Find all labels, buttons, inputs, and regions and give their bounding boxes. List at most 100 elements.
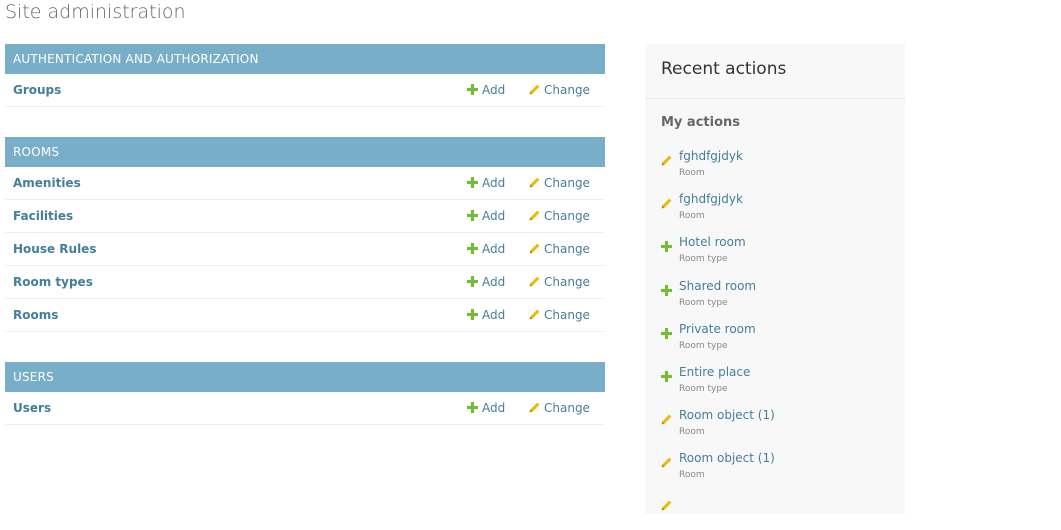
module-header[interactable]: AUTHENTICATION AND AUTHORIZATION — [5, 44, 605, 74]
pencil-icon — [529, 309, 540, 320]
model-link[interactable]: Users — [13, 401, 51, 415]
change-label: Change — [544, 401, 590, 415]
recent-action-item — [661, 494, 901, 530]
model-row: Rooms Add Change — [5, 299, 605, 332]
plus-icon — [661, 281, 672, 300]
pencil-icon — [661, 151, 672, 170]
model-row: Amenities Add Change — [5, 167, 605, 200]
add-label: Add — [482, 209, 506, 223]
plus-icon — [661, 324, 672, 343]
model-row: Room types Add Change — [5, 266, 605, 299]
recent-action-item: fghdfgjdyk Room — [661, 192, 901, 228]
add-link[interactable]: Add — [467, 401, 505, 415]
recent-action-link[interactable]: Room object (1) — [679, 408, 775, 422]
add-label: Add — [482, 83, 506, 97]
recent-action-item: Shared room Room type — [661, 279, 901, 315]
pencil-icon — [661, 453, 672, 472]
recent-action-link[interactable]: Hotel room — [679, 235, 746, 249]
divider — [645, 98, 905, 99]
recent-action-item: fghdfgjdyk Room — [661, 149, 901, 185]
add-link[interactable]: Add — [467, 308, 505, 322]
model-link[interactable]: Room types — [13, 275, 93, 289]
model-link[interactable]: Rooms — [13, 308, 58, 322]
recent-action-link[interactable]: fghdfgjdyk — [679, 149, 743, 163]
recent-action-type: Room — [679, 211, 705, 221]
recent-action-item: Private room Room type — [661, 322, 901, 358]
change-link[interactable]: Change — [529, 209, 590, 223]
model-link[interactable]: Amenities — [13, 176, 81, 190]
module: USERS Users Add Change — [5, 362, 605, 425]
change-link[interactable]: Change — [529, 308, 590, 322]
pencil-icon — [529, 210, 540, 221]
change-label: Change — [544, 275, 590, 289]
recent-action-item: Room object (1) Room — [661, 451, 901, 487]
recent-action-link[interactable]: Room object (1) — [679, 451, 775, 465]
change-label: Change — [544, 83, 590, 97]
plus-icon — [467, 84, 478, 95]
add-label: Add — [482, 176, 506, 190]
recent-action-type: Room type — [679, 341, 728, 351]
recent-action-link[interactable]: fghdfgjdyk — [679, 192, 743, 206]
add-link[interactable]: Add — [467, 242, 505, 256]
plus-icon — [467, 177, 478, 188]
pencil-icon — [661, 410, 672, 429]
add-label: Add — [482, 401, 506, 415]
model-row: House Rules Add Change — [5, 233, 605, 266]
change-label: Change — [544, 308, 590, 322]
model-row: Groups Add Change — [5, 74, 605, 107]
pencil-icon — [661, 496, 672, 515]
module: AUTHENTICATION AND AUTHORIZATION Groups Ad… — [5, 44, 605, 107]
recent-action-link[interactable]: Shared room — [679, 279, 756, 293]
page-title: Site administration — [5, 1, 186, 23]
add-label: Add — [482, 275, 506, 289]
change-link[interactable]: Change — [529, 275, 590, 289]
change-label: Change — [544, 209, 590, 223]
pencil-icon — [529, 243, 540, 254]
plus-icon — [467, 309, 478, 320]
plus-icon — [661, 237, 672, 256]
add-link[interactable]: Add — [467, 176, 505, 190]
my-actions-title: My actions — [661, 115, 741, 130]
plus-icon — [467, 402, 478, 413]
add-link[interactable]: Add — [467, 275, 505, 289]
plus-icon — [467, 276, 478, 287]
change-link[interactable]: Change — [529, 83, 590, 97]
module: ROOMS Amenities Add Change Facilities Add Chan… — [5, 137, 605, 332]
recent-action-type: Room — [679, 427, 705, 437]
change-label: Change — [544, 176, 590, 190]
recent-action-type: Room type — [679, 298, 728, 308]
model-link[interactable]: Groups — [13, 83, 61, 97]
change-link[interactable]: Change — [529, 401, 590, 415]
recent-action-type: Room — [679, 470, 705, 480]
recent-action-item: Room object (1) Room — [661, 408, 901, 444]
plus-icon — [661, 367, 672, 386]
recent-action-link[interactable]: Entire place — [679, 365, 750, 379]
model-row: Users Add Change — [5, 392, 605, 425]
recent-actions-panel: Recent actions My actions fghdfgjdyk Room… — [645, 44, 905, 514]
model-row: Facilities Add Change — [5, 200, 605, 233]
model-link[interactable]: Facilities — [13, 209, 73, 223]
module-header[interactable]: ROOMS — [5, 137, 605, 167]
pencil-icon — [529, 276, 540, 287]
change-link[interactable]: Change — [529, 242, 590, 256]
module-header[interactable]: USERS — [5, 362, 605, 392]
add-label: Add — [482, 308, 506, 322]
add-label: Add — [482, 242, 506, 256]
recent-actions-title: Recent actions — [661, 59, 787, 79]
add-link[interactable]: Add — [467, 83, 505, 97]
recent-action-type: Room type — [679, 254, 728, 264]
change-label: Change — [544, 242, 590, 256]
recent-action-type: Room — [679, 168, 705, 178]
recent-action-item: Entire place Room type — [661, 365, 901, 401]
recent-action-link[interactable]: Private room — [679, 322, 756, 336]
change-link[interactable]: Change — [529, 176, 590, 190]
plus-icon — [467, 243, 478, 254]
plus-icon — [467, 210, 478, 221]
pencil-icon — [529, 84, 540, 95]
pencil-icon — [529, 402, 540, 413]
pencil-icon — [661, 194, 672, 213]
pencil-icon — [529, 177, 540, 188]
model-link[interactable]: House Rules — [13, 242, 96, 256]
recent-action-item: Hotel room Room type — [661, 235, 901, 271]
add-link[interactable]: Add — [467, 209, 505, 223]
